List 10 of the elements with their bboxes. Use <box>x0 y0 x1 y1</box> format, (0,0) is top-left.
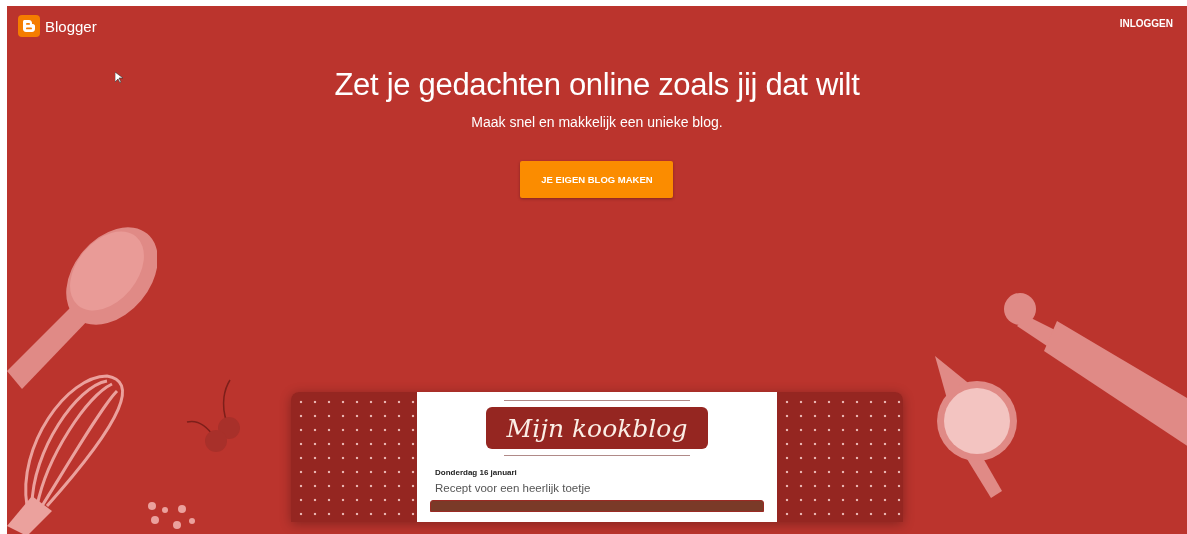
hero-subtitle: Maak snel en makkelijk een unieke blog. <box>471 114 723 130</box>
logo-text[interactable]: Blogger <box>45 17 97 35</box>
sprinkles-drawing <box>147 501 197 531</box>
post-title: Recept voor een heerlijk toetje <box>435 482 591 494</box>
blogger-logo-icon <box>18 15 40 37</box>
blog-title: Mijn kookblog <box>506 413 688 443</box>
hero-title: Zet je gedachten online zoals jij dat wilt <box>334 67 860 103</box>
post-date: Donderdag 16 januari <box>435 468 517 477</box>
login-link[interactable]: INLOGGEN <box>1119 17 1173 29</box>
mouse-cursor-icon <box>115 72 123 84</box>
